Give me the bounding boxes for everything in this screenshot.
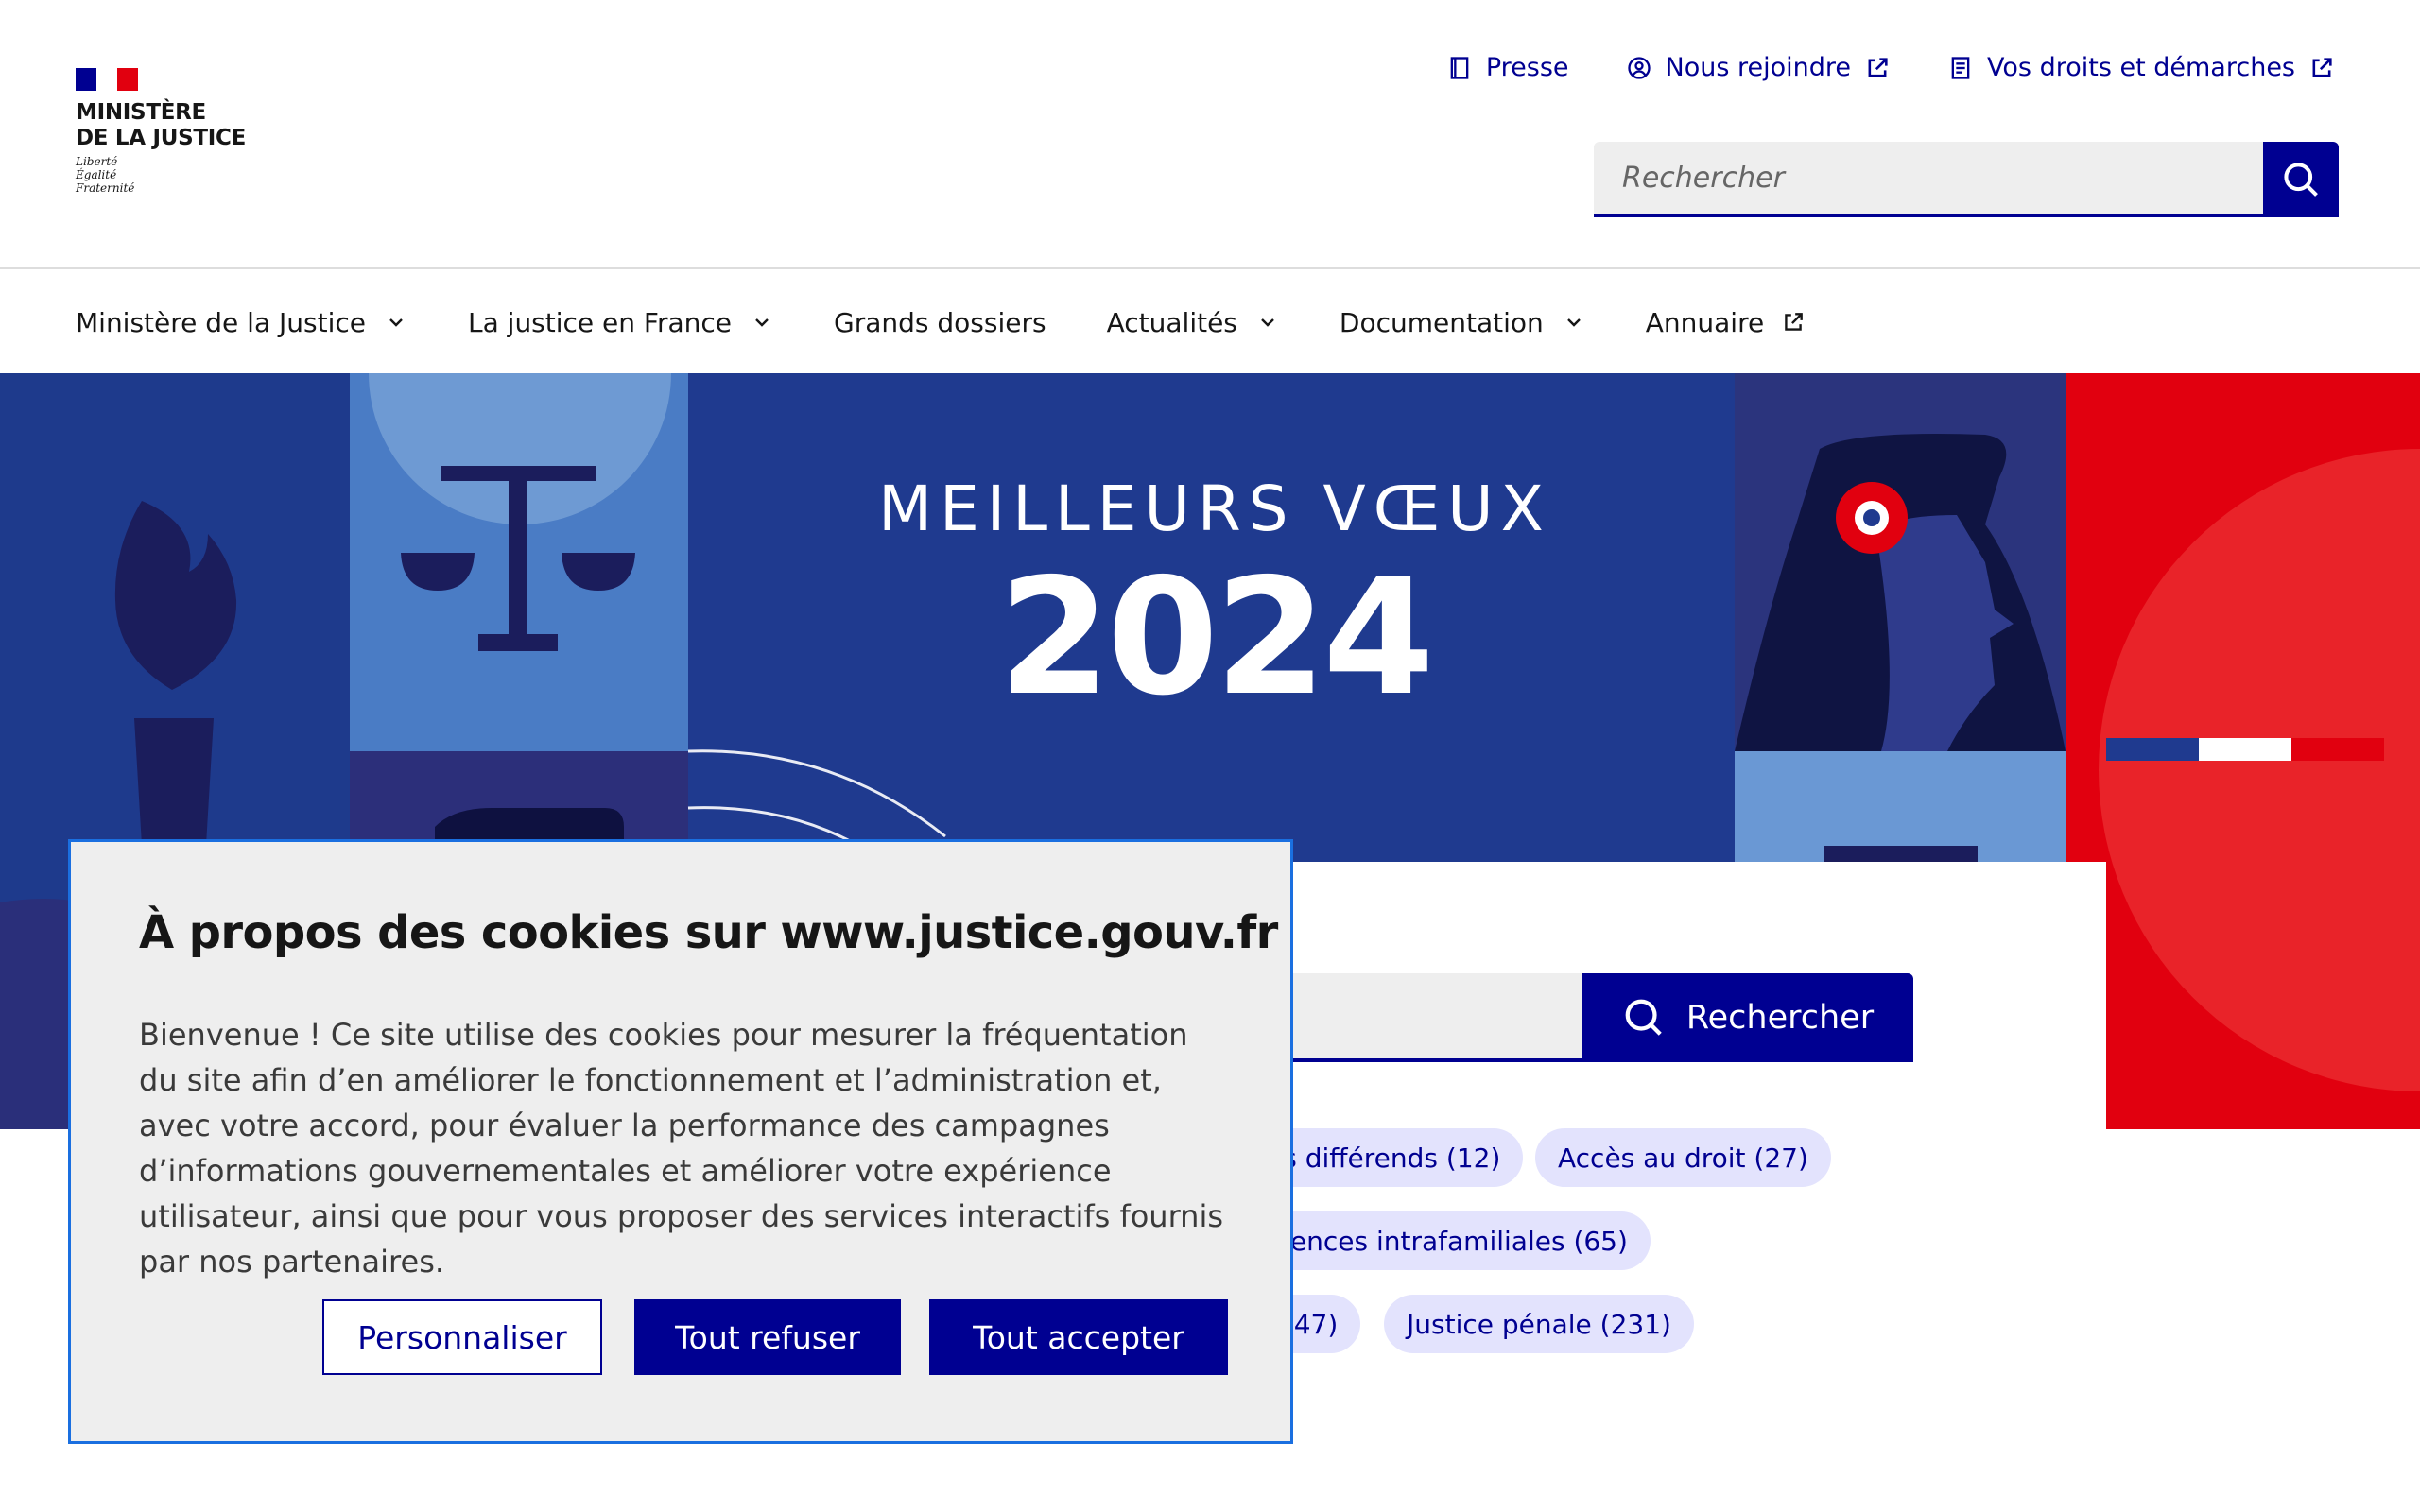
nav-item-grands-dossiers[interactable]: Grands dossiers xyxy=(834,307,1046,338)
nav-item-label: Documentation xyxy=(1339,306,1544,338)
nav-item-justice-en-france[interactable]: La justice en France xyxy=(468,307,773,338)
ministry-name-line1: MINISTÈRE xyxy=(76,100,206,125)
topic-tag[interactable]: Justice pénale (231) xyxy=(1384,1295,1694,1353)
external-link-icon xyxy=(2312,57,2332,77)
user-circle-icon xyxy=(1627,56,1651,79)
tricolor-stripe xyxy=(2106,738,2384,761)
search-icon xyxy=(2284,163,2318,197)
nav-item-label: Ministère de la Justice xyxy=(76,306,366,338)
header-search-input[interactable] xyxy=(1594,142,2263,217)
vos-droits-link[interactable]: Vos droits et démarches xyxy=(1947,53,2335,82)
nav-item-label: La justice en France xyxy=(468,306,733,338)
header-tools: Presse Nous rejoindre Vos droits et déma… xyxy=(1446,53,2335,82)
refuse-all-cookies-button[interactable]: Tout refuser xyxy=(634,1299,901,1375)
ministry-name-line2: DE LA JUSTICE xyxy=(76,126,247,150)
nav-item-label: Annuaire xyxy=(1645,306,1765,338)
nous-rejoindre-link[interactable]: Nous rejoindre xyxy=(1626,53,1892,82)
ministry-logo[interactable]: MINISTÈRE DE LA JUSTICE Liberté Égalité … xyxy=(76,68,265,210)
nav-item-documentation[interactable]: Documentation xyxy=(1340,307,1585,338)
motto-egalite: Égalité xyxy=(76,168,117,181)
document-icon xyxy=(1951,56,1970,79)
cookie-consent-dialog: À propos des cookies sur www.justice.gou… xyxy=(68,839,1293,1444)
customize-cookies-button[interactable]: Personnaliser xyxy=(322,1299,602,1375)
nav-item-label: Actualités xyxy=(1106,306,1237,338)
site-header: MINISTÈRE DE LA JUSTICE Liberté Égalité … xyxy=(0,0,2420,269)
chevron-down-icon xyxy=(1261,318,1274,327)
hero-title-year: 2024 xyxy=(998,544,1434,731)
topic-tag[interactable]: Accès au droit (27) xyxy=(1535,1128,1831,1187)
main-nav: Ministère de la Justice La justice en Fr… xyxy=(0,271,2420,373)
presse-label: Presse xyxy=(1485,53,1569,82)
nav-item-annuaire[interactable]: Annuaire xyxy=(1646,307,1806,338)
accept-all-cookies-button[interactable]: Tout accepter xyxy=(929,1299,1228,1375)
header-search xyxy=(1594,142,2339,217)
nav-item-ministere[interactable]: Ministère de la Justice xyxy=(76,307,407,338)
header-search-button[interactable] xyxy=(2263,142,2339,217)
book-icon xyxy=(1450,56,1469,79)
nous-rejoindre-label: Nous rejoindre xyxy=(1665,53,1852,82)
main-search-button[interactable]: Rechercher xyxy=(1582,973,1913,1062)
search-icon xyxy=(1625,999,1662,1036)
chevron-down-icon xyxy=(389,318,403,327)
motto-liberte: Liberté xyxy=(76,155,118,168)
topic-tag[interactable]: olences intrafamiliales (65) xyxy=(1244,1211,1651,1270)
external-link-icon xyxy=(1785,313,1804,331)
nav-item-label: Grands dossiers xyxy=(834,306,1046,338)
main-search-button-label: Rechercher xyxy=(1685,999,1875,1037)
chevron-down-icon xyxy=(755,318,769,327)
external-link-icon xyxy=(1868,57,1888,77)
cookie-description: Bienvenue ! Ce site utilise des cookies … xyxy=(139,1017,1224,1280)
nav-item-actualites[interactable]: Actualités xyxy=(1107,307,1279,338)
motto-fraternite: Fraternité xyxy=(76,181,135,195)
presse-link[interactable]: Presse xyxy=(1446,53,1569,82)
cookie-title: À propos des cookies sur www.justice.gou… xyxy=(139,906,1278,959)
chevron-down-icon xyxy=(1566,318,1581,327)
vos-droits-label: Vos droits et démarches xyxy=(1987,53,2295,82)
hero-title-line1: MEILLEURS VŒUX xyxy=(878,472,1551,545)
marianne-flag-icon xyxy=(76,68,138,91)
